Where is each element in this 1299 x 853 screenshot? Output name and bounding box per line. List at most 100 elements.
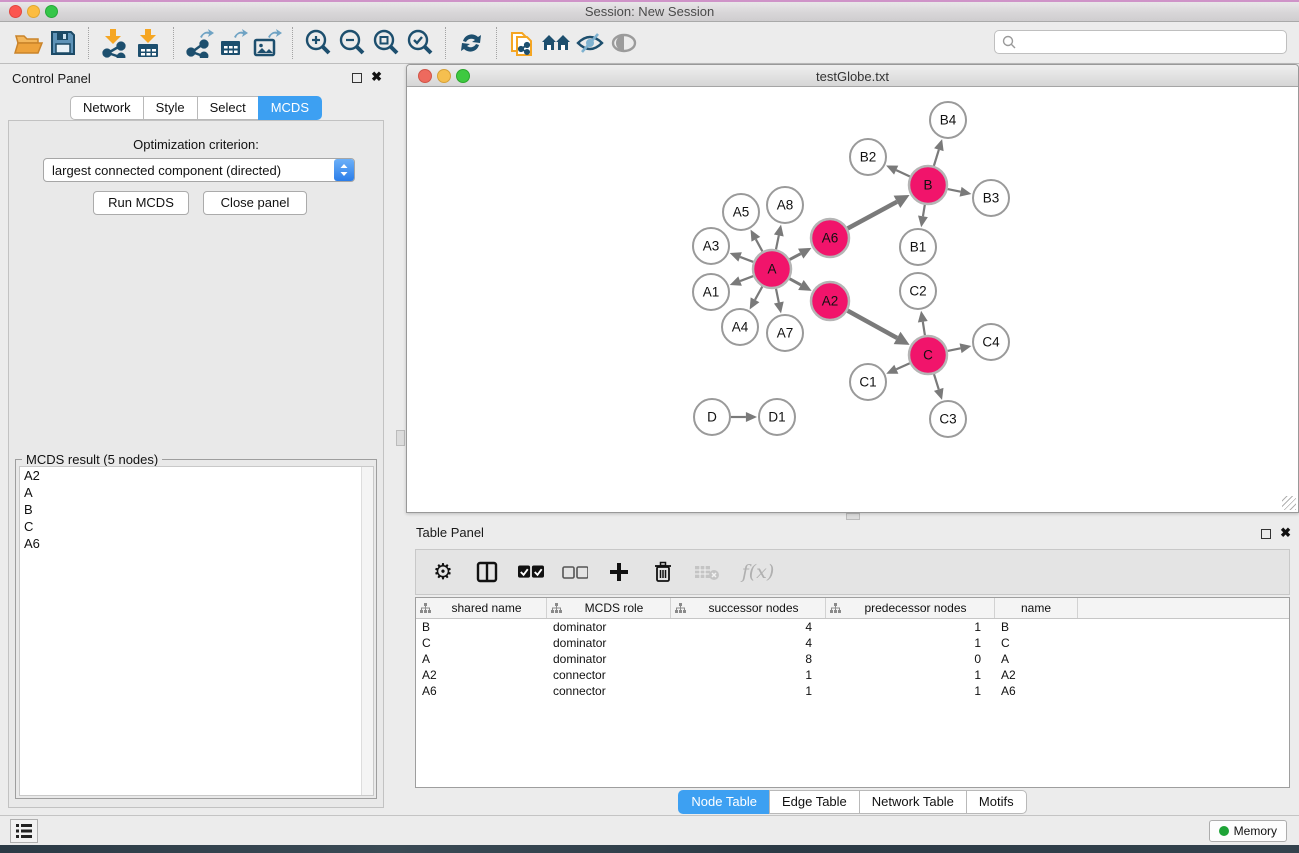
mcds-result-list[interactable]: A2ABCA6 <box>19 466 374 796</box>
table-row[interactable]: A6connector11A6 <box>416 683 1289 699</box>
zoom-out-button[interactable] <box>335 26 369 60</box>
hide-selected-button[interactable] <box>573 26 607 60</box>
edge-A-A4[interactable] <box>755 287 762 300</box>
graph-node-A[interactable]: A <box>753 250 791 288</box>
edge-C-C1[interactable] <box>896 363 909 369</box>
graph-node-A3[interactable]: A3 <box>693 228 729 264</box>
show-column-panel-button[interactable] <box>474 559 500 585</box>
mcds-result-item[interactable]: A2 <box>20 467 373 484</box>
horizontal-splitter-grip[interactable] <box>846 513 860 520</box>
graph-node-A6[interactable]: A6 <box>811 219 849 257</box>
tab-style[interactable]: Style <box>143 96 197 120</box>
tab-mcds[interactable]: MCDS <box>258 96 322 120</box>
refresh-button[interactable] <box>454 26 488 60</box>
mcds-result-item[interactable]: A6 <box>20 535 373 552</box>
graph-node-C3[interactable]: C3 <box>930 401 966 437</box>
mcds-result-item[interactable]: B <box>20 501 373 518</box>
edge-C-C4[interactable] <box>948 348 961 351</box>
column-header-predecessor-nodes[interactable]: predecessor nodes <box>826 598 995 618</box>
import-table-button[interactable] <box>131 26 165 60</box>
zoom-in-button[interactable] <box>301 26 335 60</box>
graph-node-A2[interactable]: A2 <box>811 282 849 320</box>
new-network-from-selection-button[interactable] <box>505 26 539 60</box>
first-neighbors-button[interactable] <box>539 26 573 60</box>
graph-node-C4[interactable]: C4 <box>973 324 1009 360</box>
export-table-button[interactable] <box>216 26 250 60</box>
column-header-name[interactable]: name <box>995 598 1078 618</box>
save-session-button[interactable] <box>46 26 80 60</box>
edge-C-C3[interactable] <box>934 374 939 389</box>
column-header-shared-name[interactable]: shared name <box>416 598 547 618</box>
mcds-result-item[interactable]: A <box>20 484 373 501</box>
graph-node-B1[interactable]: B1 <box>900 229 936 265</box>
edge-B-B2[interactable] <box>896 170 910 176</box>
import-network-button[interactable] <box>97 26 131 60</box>
column-header-successor-nodes[interactable]: successor nodes <box>671 598 826 618</box>
table-row[interactable]: A2connector11A2 <box>416 667 1289 683</box>
export-image-button[interactable] <box>250 26 284 60</box>
network-window-titlebar[interactable]: testGlobe.txt <box>407 65 1298 87</box>
graph-node-A5[interactable]: A5 <box>723 194 759 230</box>
edge-B-B4[interactable] <box>934 150 939 166</box>
close-panel-button[interactable]: Close panel <box>203 191 307 215</box>
delete-column-button[interactable] <box>650 559 676 585</box>
table-row[interactable]: Adominator80A <box>416 651 1289 667</box>
graph-node-B4[interactable]: B4 <box>930 102 966 138</box>
float-table-panel-icon[interactable] <box>1261 529 1271 539</box>
tab-node-table[interactable]: Node Table <box>678 790 769 814</box>
close-panel-icon[interactable]: ✖ <box>371 70 382 84</box>
window-resize-grip[interactable] <box>1282 496 1296 510</box>
graph-node-C1[interactable]: C1 <box>850 364 886 400</box>
show-all-button[interactable] <box>607 26 641 60</box>
export-network-button[interactable] <box>182 26 216 60</box>
zoom-fit-button[interactable] <box>369 26 403 60</box>
tab-select[interactable]: Select <box>197 96 258 120</box>
tab-edge-table[interactable]: Edge Table <box>769 790 859 814</box>
search-input[interactable] <box>1017 33 1286 51</box>
tab-network-table[interactable]: Network Table <box>859 790 966 814</box>
edge-A6-B[interactable] <box>848 202 897 229</box>
mcds-result-item[interactable]: C <box>20 518 373 535</box>
add-column-button[interactable] <box>606 559 632 585</box>
graph-node-C2[interactable]: C2 <box>900 273 936 309</box>
graph-node-C[interactable]: C <box>909 336 947 374</box>
edge-A-A7[interactable] <box>776 289 779 303</box>
memory-button[interactable]: Memory <box>1209 820 1287 842</box>
edge-A-A2[interactable] <box>790 279 801 285</box>
graph-node-D[interactable]: D <box>694 399 730 435</box>
zoom-selected-button[interactable] <box>403 26 437 60</box>
edge-A-A5[interactable] <box>756 239 763 251</box>
select-all-button[interactable] <box>518 559 544 585</box>
deselect-all-button[interactable] <box>562 559 588 585</box>
graph-node-B[interactable]: B <box>909 166 947 204</box>
edge-A-A1[interactable] <box>740 276 753 281</box>
search-field[interactable] <box>994 30 1287 54</box>
float-panel-icon[interactable] <box>352 73 362 83</box>
run-mcds-button[interactable]: Run MCDS <box>93 191 189 215</box>
graph-node-A4[interactable]: A4 <box>722 309 758 345</box>
graph-node-B3[interactable]: B3 <box>973 180 1009 216</box>
edge-A-A8[interactable] <box>776 235 779 249</box>
network-canvas[interactable]: B4B2BB3A8A5A6A3B1AA1C2A2A4A7C4CC1DD1C3 <box>407 87 1298 512</box>
column-header-MCDS-role[interactable]: MCDS role <box>547 598 671 618</box>
table-row[interactable]: Bdominator41B <box>416 619 1289 635</box>
graph-node-D1[interactable]: D1 <box>759 399 795 435</box>
edge-A-A3[interactable] <box>740 257 753 262</box>
graph-node-A8[interactable]: A8 <box>767 187 803 223</box>
mcds-list-scrollbar[interactable] <box>361 467 373 795</box>
vertical-splitter-grip[interactable] <box>396 430 405 446</box>
edge-C-C2[interactable] <box>923 322 925 336</box>
close-table-panel-icon[interactable]: ✖ <box>1280 526 1291 540</box>
open-session-button[interactable] <box>12 26 46 60</box>
graph-node-A7[interactable]: A7 <box>767 315 803 351</box>
graph-node-B2[interactable]: B2 <box>850 139 886 175</box>
edge-A-A6[interactable] <box>790 254 801 260</box>
network-graph[interactable]: B4B2BB3A8A5A6A3B1AA1C2A2A4A7C4CC1DD1C3 <box>407 87 1298 512</box>
edge-B-B3[interactable] <box>948 189 961 192</box>
edge-A2-C[interactable] <box>848 311 898 338</box>
show-network-list-button[interactable] <box>10 819 38 843</box>
edge-B-B1[interactable] <box>923 205 925 217</box>
table-settings-button[interactable]: ⚙ <box>430 559 456 585</box>
tab-network[interactable]: Network <box>70 96 143 120</box>
tab-motifs[interactable]: Motifs <box>966 790 1027 814</box>
